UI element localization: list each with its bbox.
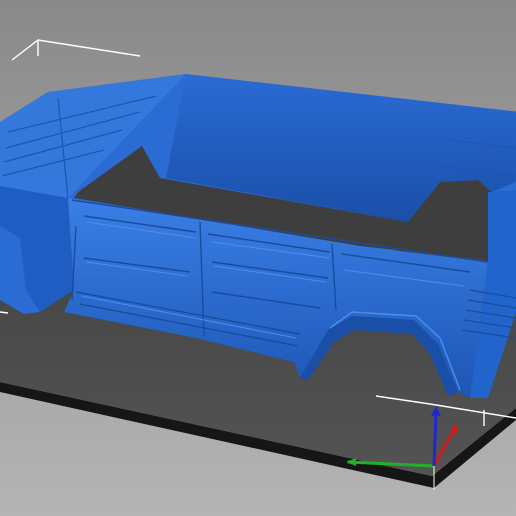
viewport-canvas[interactable] xyxy=(0,0,516,516)
3d-viewport[interactable] xyxy=(0,0,516,516)
z-axis-line xyxy=(432,411,438,467)
bounding-tick-left-edge xyxy=(0,311,9,314)
